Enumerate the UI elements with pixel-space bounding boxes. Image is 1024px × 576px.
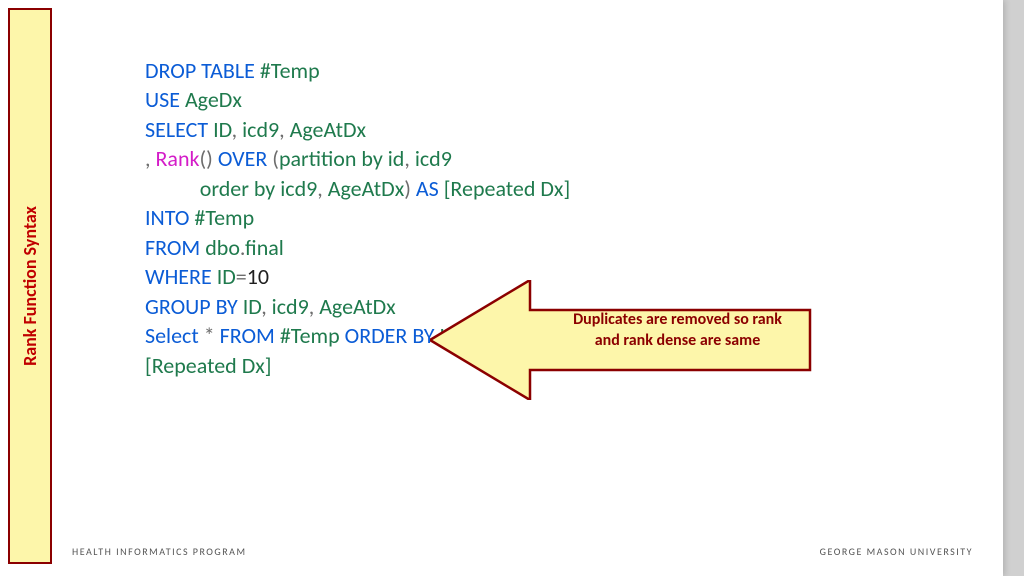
punct: ,	[404, 145, 414, 172]
identifier: AgeAtDx	[290, 116, 366, 143]
identifier: [Repeated Dx]	[145, 352, 272, 379]
code-line: INTO #Temp	[145, 203, 945, 232]
identifier: AgeDx	[185, 86, 242, 113]
identifier: icd9	[242, 116, 279, 143]
slide-canvas: Rank Function Syntax DROP TABLE #Temp US…	[0, 0, 1003, 576]
code-line: FROM dbo.final	[145, 233, 945, 262]
keyword: WHERE	[145, 263, 217, 290]
punct: (	[272, 145, 279, 172]
identifier: final	[245, 234, 284, 261]
identifier: #Temp	[260, 57, 320, 84]
identifier: partition by	[279, 145, 388, 172]
punct: =	[236, 263, 247, 290]
footer-right: GEORGE MASON UNIVERSITY	[820, 545, 973, 558]
keyword: SELECT	[145, 116, 213, 143]
punct: )	[404, 175, 411, 202]
identifier: dbo	[205, 234, 240, 261]
identifier: #Temp	[194, 204, 254, 231]
callout-arrow: Duplicates are removed so rank and rank …	[430, 280, 830, 400]
footer-left: HEALTH INFORMATICS PROGRAM	[72, 545, 247, 558]
code-line: , Rank() OVER (partition by id, icd9	[145, 144, 945, 173]
punct: ,	[309, 293, 319, 320]
identifier: id	[388, 145, 405, 172]
sidebar-title: Rank Function Syntax	[19, 206, 41, 366]
identifier: ID	[243, 293, 262, 320]
code-line: order by icd9, AgeAtDx) AS [Repeated Dx]	[145, 174, 945, 203]
keyword: OVER	[213, 145, 272, 172]
identifier: icd9	[415, 145, 452, 172]
callout-line: Duplicates are removed so rank	[573, 310, 782, 329]
identifier: #Temp	[280, 322, 340, 349]
indent	[145, 175, 200, 202]
sidebar-box: Rank Function Syntax	[8, 8, 52, 564]
callout-line: and rank dense are same	[595, 331, 761, 350]
code-line: DROP TABLE #Temp	[145, 56, 945, 85]
keyword: INTO	[145, 204, 194, 231]
code-line: USE AgeDx	[145, 85, 945, 114]
identifier: ID	[213, 116, 232, 143]
number: 10	[247, 263, 269, 290]
punct: ,	[261, 293, 271, 320]
identifier: AgeAtDx	[319, 293, 395, 320]
keyword: DROP TABLE	[145, 57, 260, 84]
punct: *	[204, 322, 215, 349]
keyword: USE	[145, 86, 185, 113]
identifier: icd9	[280, 175, 317, 202]
keyword: FROM	[145, 234, 205, 261]
punct: ()	[200, 145, 213, 172]
code-line: SELECT ID, icd9, AgeAtDx	[145, 115, 945, 144]
identifier: AgeAtDx	[328, 175, 404, 202]
identifier: icd9	[272, 293, 309, 320]
function-name: Rank	[155, 145, 199, 172]
keyword: GROUP BY	[145, 293, 243, 320]
punct: ,	[317, 175, 327, 202]
punct: ,	[145, 145, 155, 172]
identifier: [Repeated Dx]	[444, 175, 571, 202]
identifier: ID	[217, 263, 236, 290]
keyword: Select	[145, 322, 204, 349]
identifier: order by	[200, 175, 281, 202]
punct: ,	[279, 116, 289, 143]
punct: ,	[232, 116, 242, 143]
keyword: AS	[411, 175, 444, 202]
callout-text: Duplicates are removed so rank and rank …	[550, 310, 805, 352]
keyword: FROM	[215, 322, 280, 349]
keyword: ORDER BY	[340, 322, 440, 349]
